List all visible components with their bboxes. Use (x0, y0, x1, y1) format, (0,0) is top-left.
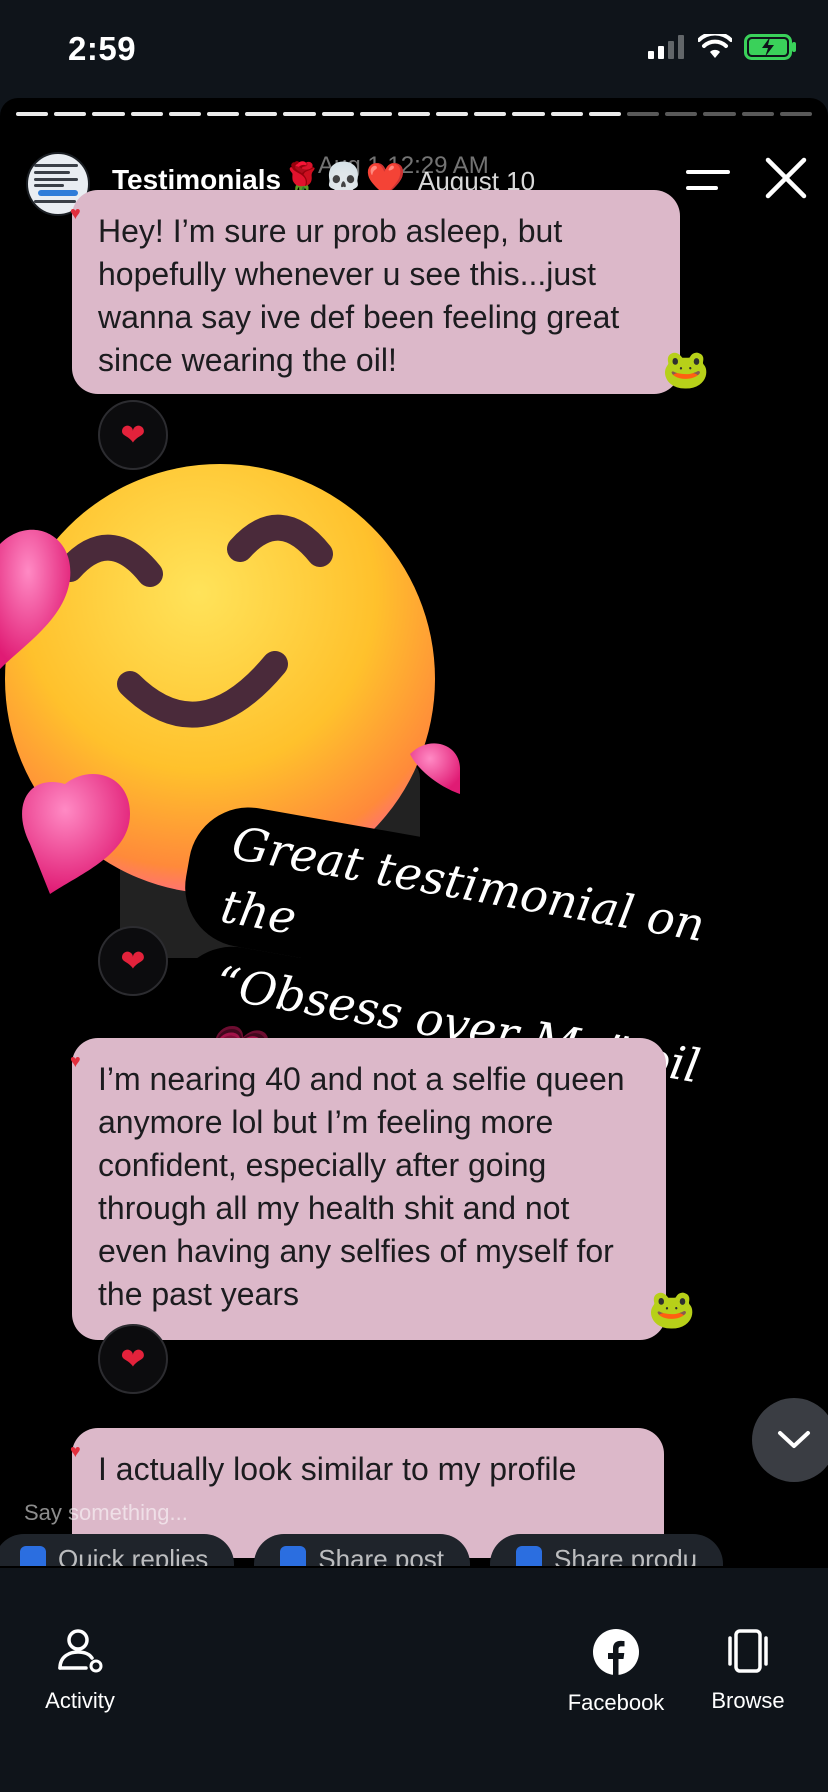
close-icon[interactable] (762, 154, 810, 202)
facebook-icon (593, 1629, 639, 1675)
menu-icon[interactable] (686, 164, 730, 196)
frog-sticker-icon: 🐸 (662, 349, 710, 391)
nav-browse-label: Browse (711, 1688, 785, 1713)
heart-reaction-icon: ❤ (98, 1324, 168, 1394)
nav-activity-label: Activity (45, 1688, 115, 1713)
heart-reaction-icon: ❤ (98, 926, 168, 996)
quick-replies-button[interactable]: Quick replies (0, 1534, 235, 1566)
share-product-button[interactable]: Share produ (490, 1534, 724, 1566)
story-progress (16, 112, 812, 116)
share-product-label: Share produ (554, 1544, 698, 1566)
status-icons (648, 34, 798, 60)
wifi-icon (698, 34, 732, 58)
reply-input[interactable]: Say something... (24, 1500, 188, 1526)
message-text: Hey! I’m sure ur prob asleep, but hopefu… (98, 213, 620, 378)
heart-marker-icon: ♥ (70, 1051, 81, 1071)
story-viewer[interactable]: Aug 1 12:29 AM Testimonials 🌹💀❤️ August … (0, 98, 828, 1568)
nav-activity[interactable]: Activity (34, 1628, 126, 1714)
status-time: 2:59 (68, 30, 137, 67)
share-post-icon (280, 1546, 307, 1566)
message-bubble: ♥ I’m nearing 40 and not a selfie queen … (70, 1038, 666, 1340)
nav-browse[interactable]: Browse (702, 1628, 794, 1714)
frog-sticker-icon: 🐸 (648, 1289, 696, 1331)
status-bar: 2:59 (0, 0, 828, 96)
quick-actions-row: Quick replies Share post Share produ (0, 1534, 828, 1566)
message-text: I’m nearing 40 and not a selfie queen an… (98, 1061, 625, 1312)
bottom-nav: Activity Facebook Browse (0, 1568, 828, 1792)
heart-marker-icon: ♥ (70, 203, 81, 223)
activity-person-icon (58, 1629, 103, 1673)
share-post-button[interactable]: Share post (254, 1534, 471, 1566)
scroll-down-button[interactable] (752, 1398, 828, 1482)
shop-bag-icon (516, 1546, 543, 1566)
share-post-label: Share post (318, 1544, 445, 1566)
chevron-down-icon (778, 1431, 810, 1448)
browse-cards-icon (728, 1629, 768, 1673)
nav-facebook-label: Facebook (567, 1690, 665, 1715)
signal-icon (648, 35, 684, 59)
quick-replies-label: Quick replies (58, 1544, 209, 1566)
message-bubble: ♥ Hey! I’m sure ur prob asleep, but hope… (70, 190, 680, 394)
battery-charging-icon (744, 34, 796, 60)
nav-facebook[interactable]: Facebook (562, 1628, 670, 1716)
quick-replies-icon (20, 1546, 46, 1566)
heart-marker-icon: ♥ (70, 1441, 81, 1461)
message-text: I actually look similar to my profile (98, 1451, 577, 1487)
